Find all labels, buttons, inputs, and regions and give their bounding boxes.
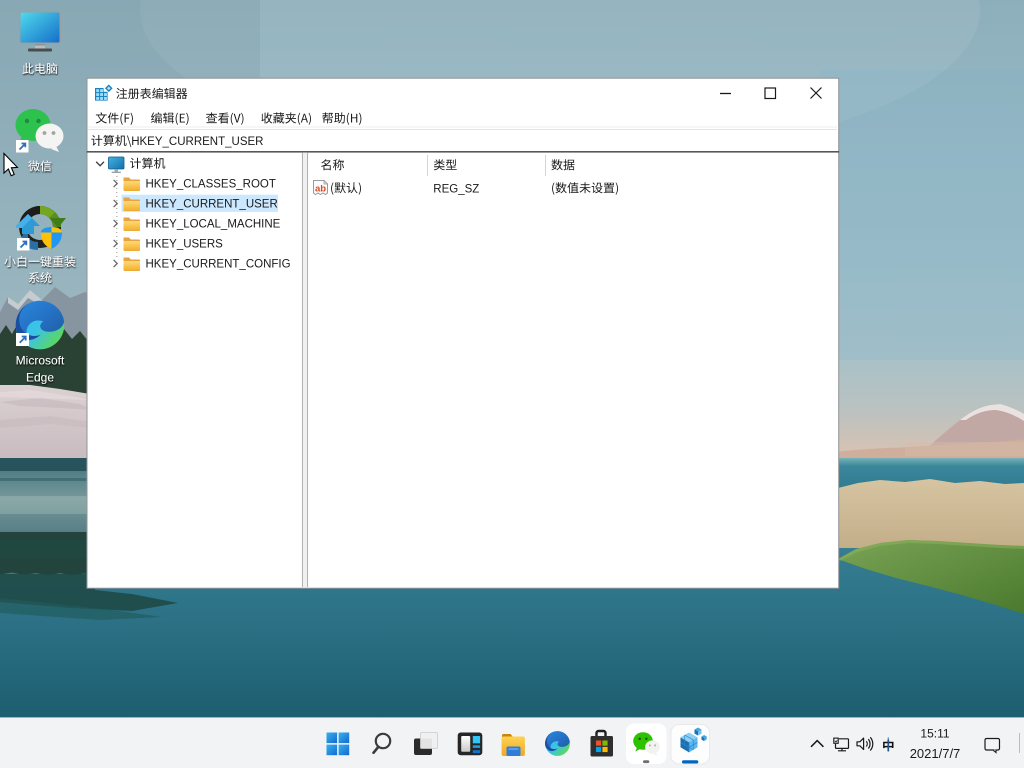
- svg-text:HKEY_LOCAL_MACHINE: HKEY_LOCAL_MACHINE: [146, 219, 281, 231]
- svg-text:15:11: 15:11: [920, 727, 949, 741]
- svg-text:HKEY_CURRENT_USER: HKEY_CURRENT_USER: [146, 199, 278, 211]
- svg-text:Edge: Edge: [26, 371, 54, 385]
- svg-text:HKEY_USERS: HKEY_USERS: [146, 239, 224, 251]
- svg-text:HKEY_CURRENT_CONFIG: HKEY_CURRENT_CONFIG: [146, 259, 291, 271]
- svg-text:Microsoft: Microsoft: [16, 354, 65, 368]
- svg-text:REG_SZ: REG_SZ: [433, 183, 479, 195]
- svg-text:2021/7/7: 2021/7/7: [910, 746, 961, 761]
- svg-text:ab: ab: [315, 184, 326, 195]
- svg-text:HKEY_CURRENT_USER: HKEY_CURRENT_USER: [131, 136, 263, 148]
- svg-text:HKEY_CLASSES_ROOT: HKEY_CLASSES_ROOT: [146, 179, 276, 191]
